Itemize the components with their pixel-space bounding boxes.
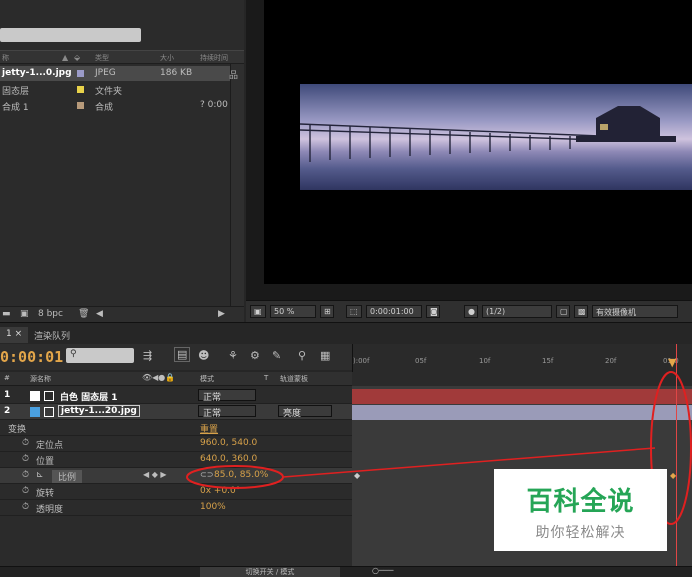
watermark-title: 百科全说 — [526, 487, 635, 517]
watermark-subtitle: 助你轻松解决 — [535, 525, 626, 541]
timeline-footer: 切换开关 / 模式 ○─── — [0, 566, 692, 577]
toggle-switches-modes[interactable]: 切换开关 / 模式 — [200, 567, 340, 577]
zoom-slider[interactable]: ○─── — [372, 566, 393, 575]
watermark: 百科全说 助你轻松解决 — [494, 469, 667, 551]
